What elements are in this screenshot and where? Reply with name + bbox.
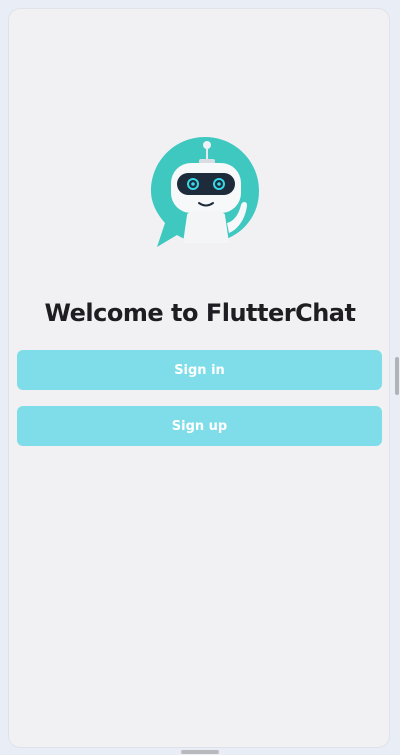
page-title: Welcome to FlutterChat (44, 299, 356, 327)
scrollbar-handle[interactable] (395, 357, 399, 395)
app-screen: Welcome to FlutterChat Sign in Sign up (8, 8, 390, 748)
sign-up-button[interactable]: Sign up (17, 406, 382, 446)
chatbot-logo-icon (143, 125, 267, 257)
sign-in-button[interactable]: Sign in (17, 350, 382, 390)
home-indicator (181, 750, 219, 754)
